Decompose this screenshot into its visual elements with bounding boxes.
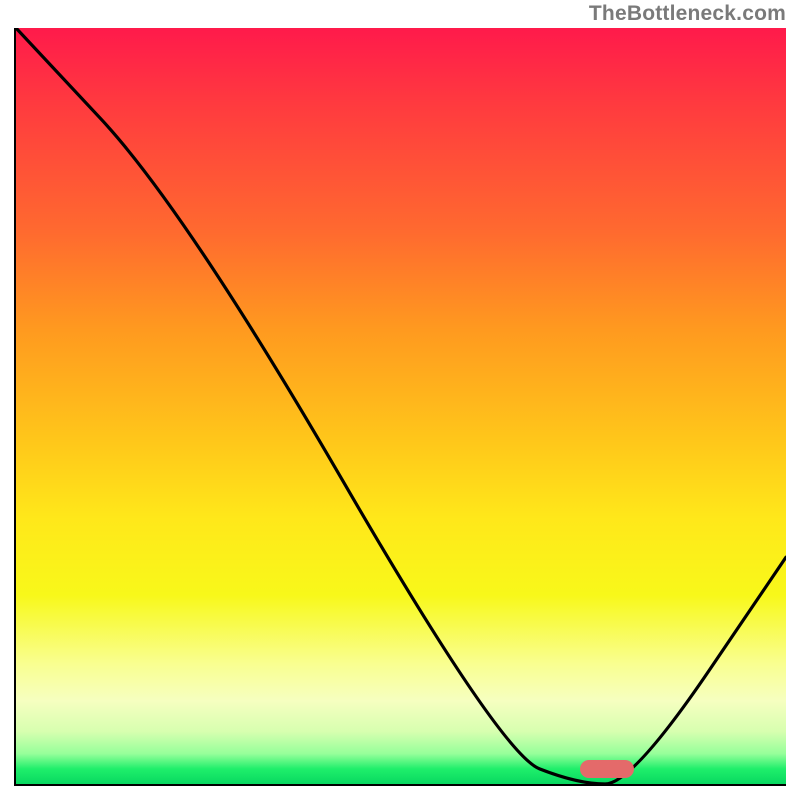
bottleneck-chart [14, 28, 786, 786]
attribution-label: TheBottleneck.com [589, 2, 786, 26]
bottleneck-curve [16, 28, 786, 784]
bottleneck-curve-path [16, 28, 786, 784]
optimal-range-marker [580, 760, 634, 778]
